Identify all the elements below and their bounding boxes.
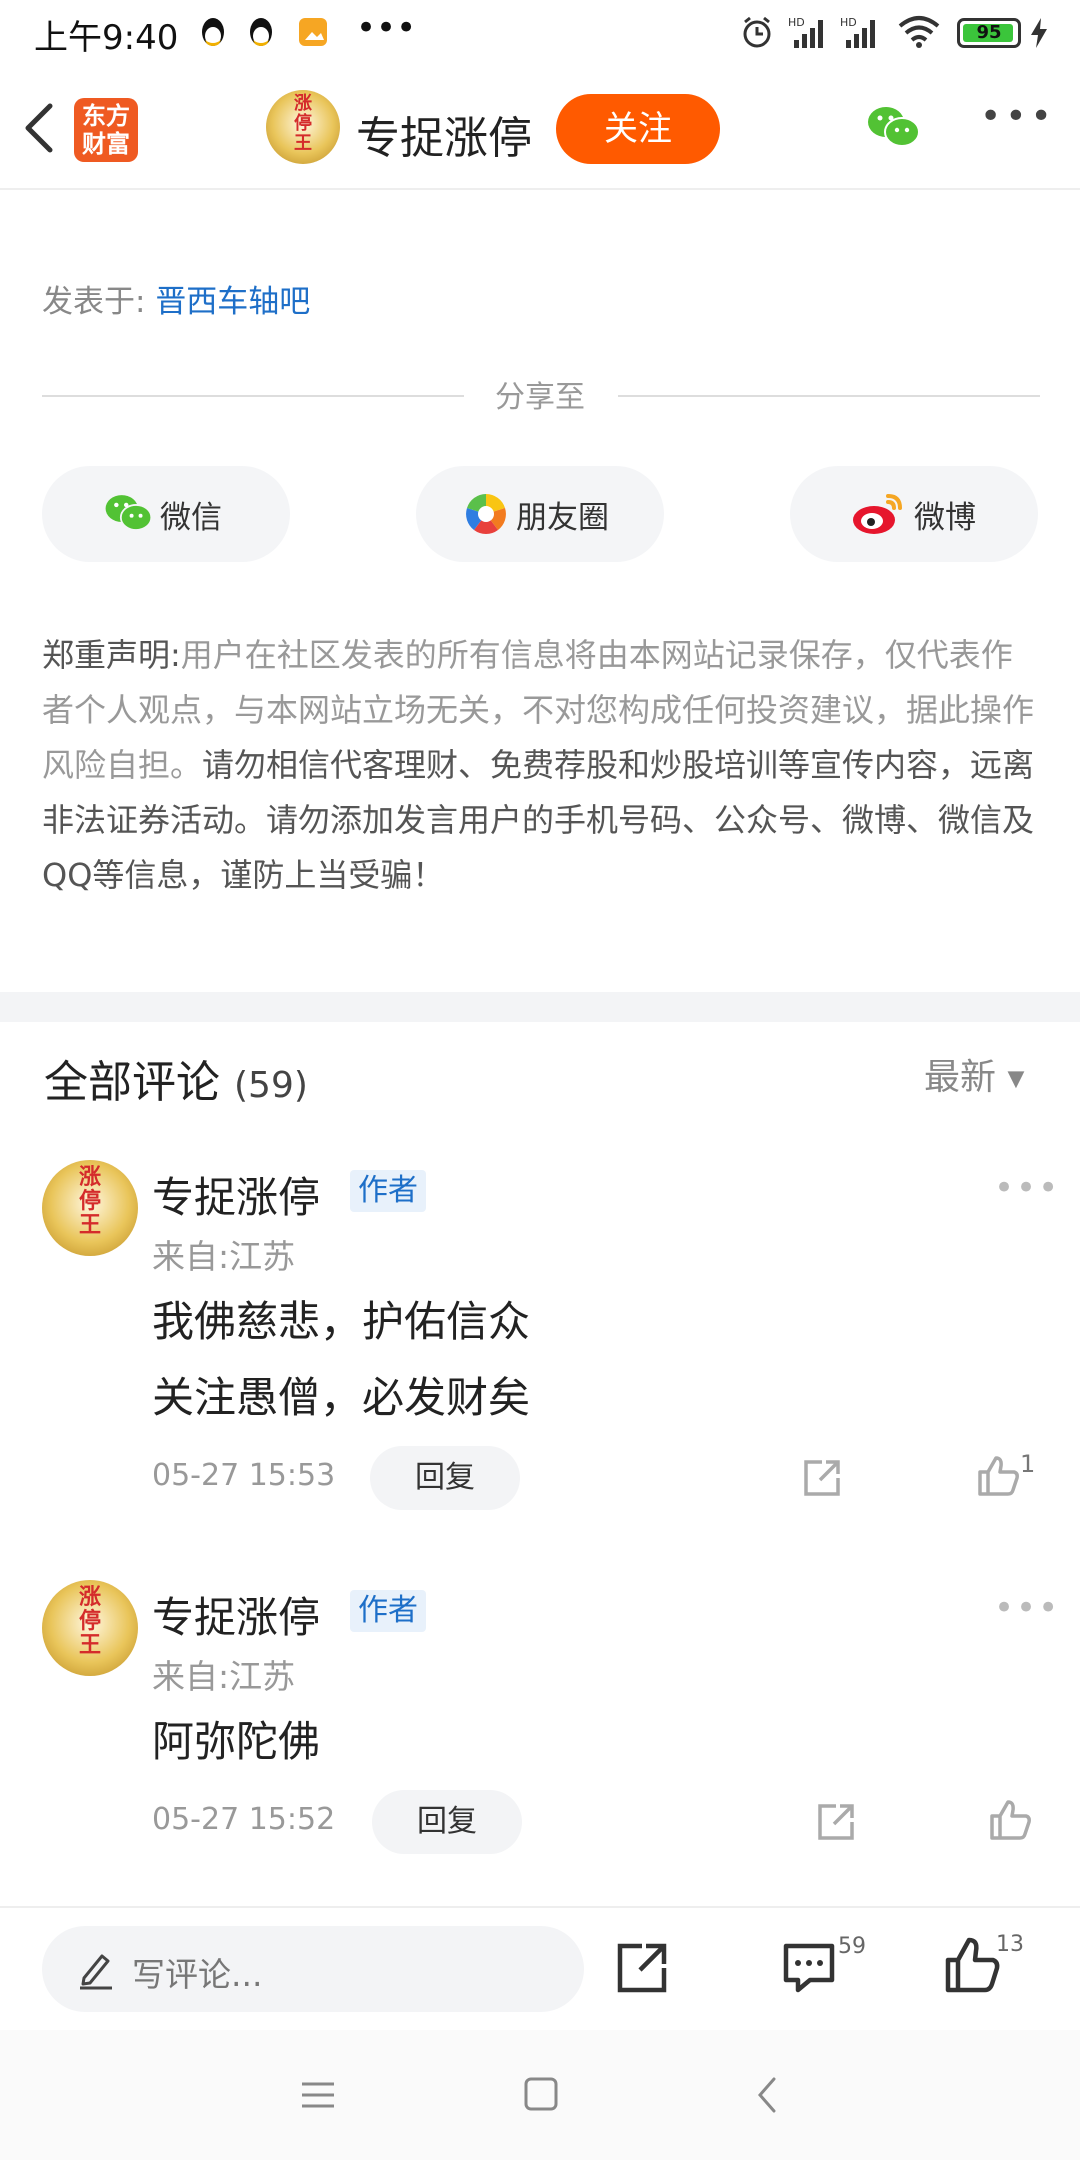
share-icon[interactable] xyxy=(800,1456,844,1500)
comment-line: 阿弥陀佛 xyxy=(152,1717,321,1766)
section-divider xyxy=(0,992,1080,1022)
comment-location: 来自:江苏 xyxy=(152,1237,296,1276)
comment-time: 05-27 15:53 xyxy=(152,1458,336,1493)
reply-button[interactable]: 回复 xyxy=(370,1446,520,1510)
gallery-notification-icon xyxy=(299,18,327,46)
comment-more-icon[interactable]: ••• xyxy=(994,1588,1060,1628)
back-icon[interactable] xyxy=(752,2074,782,2116)
follow-button[interactable]: 关注 xyxy=(556,94,720,164)
battery-indicator: 95 xyxy=(957,18,1021,48)
disclaimer: 郑重声明:用户在社区发表的所有信息将由本网站记录保存，仅代表作者个人观点，与本网… xyxy=(42,628,1042,903)
comments-count: (59) xyxy=(234,1065,308,1106)
comment-input[interactable]: 写评论... xyxy=(42,1926,584,2012)
svg-text:HD: HD xyxy=(788,16,805,29)
share-weibo-button[interactable]: 微博 xyxy=(790,466,1038,562)
home-icon[interactable] xyxy=(522,2074,560,2114)
wifi-icon xyxy=(898,16,940,48)
share-moments-button[interactable]: 朋友圈 xyxy=(416,466,664,562)
page-title: 专捉涨停 xyxy=(356,113,532,164)
battery-level: 95 xyxy=(976,22,1002,43)
author-tag: 作者 xyxy=(350,1590,426,1632)
share-moments-label: 朋友圈 xyxy=(516,500,609,536)
commenter-avatar[interactable]: 涨 停 王 xyxy=(42,1160,138,1256)
alarm-icon xyxy=(743,16,771,48)
posted-in: 发表于: 晋西车轴吧 xyxy=(42,276,310,321)
signal-hd-icon: HD xyxy=(788,16,823,48)
share-post-icon[interactable] xyxy=(614,1940,670,1996)
comment-more-icon[interactable]: ••• xyxy=(994,1168,1060,1208)
more-notifications-icon: ••• xyxy=(356,8,417,48)
menu-icon[interactable] xyxy=(298,2076,338,2114)
author-tag: 作者 xyxy=(350,1170,426,1212)
share-heading-label: 分享至 xyxy=(495,380,585,415)
sort-label: 最新 xyxy=(924,1057,997,1098)
comment-time: 05-27 15:52 xyxy=(152,1802,336,1837)
moments-icon xyxy=(466,494,506,534)
comment-body: 我佛慈悲，护佑信众 关注愚僧，必发财矣 xyxy=(152,1284,530,1436)
comment-placeholder: 写评论... xyxy=(132,1955,263,1994)
commenter-name[interactable]: 专捉涨停 xyxy=(152,1584,320,1645)
charging-icon xyxy=(1031,18,1047,48)
wechat-icon xyxy=(105,495,153,531)
posted-prefix: 发表于: xyxy=(42,284,146,320)
comment-count-badge: 59 xyxy=(838,1934,866,1959)
disclaimer-title: 郑重声明: xyxy=(42,636,181,674)
comment-location: 来自:江苏 xyxy=(152,1657,296,1696)
signal-hd-icon: HD xyxy=(840,16,875,48)
like-count: 1 xyxy=(1020,1450,1036,1478)
share-icon[interactable] xyxy=(814,1800,858,1844)
back-arrow-icon[interactable] xyxy=(20,100,60,156)
qq-notification-icon xyxy=(202,18,224,46)
share-weibo-label: 微博 xyxy=(914,500,976,536)
pencil-icon xyxy=(80,1954,112,1990)
comments-icon[interactable] xyxy=(780,1938,838,1996)
forum-link[interactable]: 晋西车轴吧 xyxy=(155,284,310,320)
comments-heading-label: 全部评论 xyxy=(44,1057,220,1108)
like-count-badge: 13 xyxy=(996,1932,1024,1957)
commenter-name[interactable]: 专捉涨停 xyxy=(152,1164,320,1225)
status-time: 上午9:40 xyxy=(34,18,179,58)
wechat-share-icon[interactable] xyxy=(864,102,922,152)
comment-body: 阿弥陀佛 xyxy=(152,1704,320,1780)
share-wechat-button[interactable]: 微信 xyxy=(42,466,290,562)
status-bar: 上午9:40 ••• HD HD 95 xyxy=(0,0,1080,66)
reply-button[interactable]: 回复 xyxy=(372,1790,522,1854)
more-options-icon[interactable]: ••• xyxy=(980,96,1056,137)
top-header: 东方 财富 涨 停 王 专捉涨停 关注 ••• xyxy=(0,66,1080,190)
caret-down-icon: ▼ xyxy=(1007,1066,1025,1092)
share-heading: 分享至 xyxy=(0,370,1080,415)
author-avatar[interactable]: 涨 停 王 xyxy=(266,90,340,164)
like-post-icon[interactable] xyxy=(942,1934,1002,1996)
share-wechat-label: 微信 xyxy=(160,500,222,536)
comments-heading: 全部评论 (59) xyxy=(44,1046,308,1110)
app-logo[interactable]: 东方 财富 xyxy=(74,98,138,162)
comment-line: 关注愚僧，必发财矣 xyxy=(152,1373,531,1422)
like-icon[interactable] xyxy=(974,1452,1022,1500)
commenter-avatar[interactable]: 涨 停 王 xyxy=(42,1580,138,1676)
weibo-icon xyxy=(853,494,902,534)
system-navigation-bar xyxy=(0,2030,1080,2160)
comment-line: 我佛慈悲，护佑信众 xyxy=(152,1297,531,1346)
bottom-action-bar: 写评论... 59 13 xyxy=(0,1906,1080,2032)
qq-notification-icon xyxy=(250,18,272,46)
sort-dropdown[interactable]: 最新 ▼ xyxy=(924,1048,1024,1100)
like-icon[interactable] xyxy=(986,1796,1034,1844)
svg-text:HD: HD xyxy=(840,16,857,29)
